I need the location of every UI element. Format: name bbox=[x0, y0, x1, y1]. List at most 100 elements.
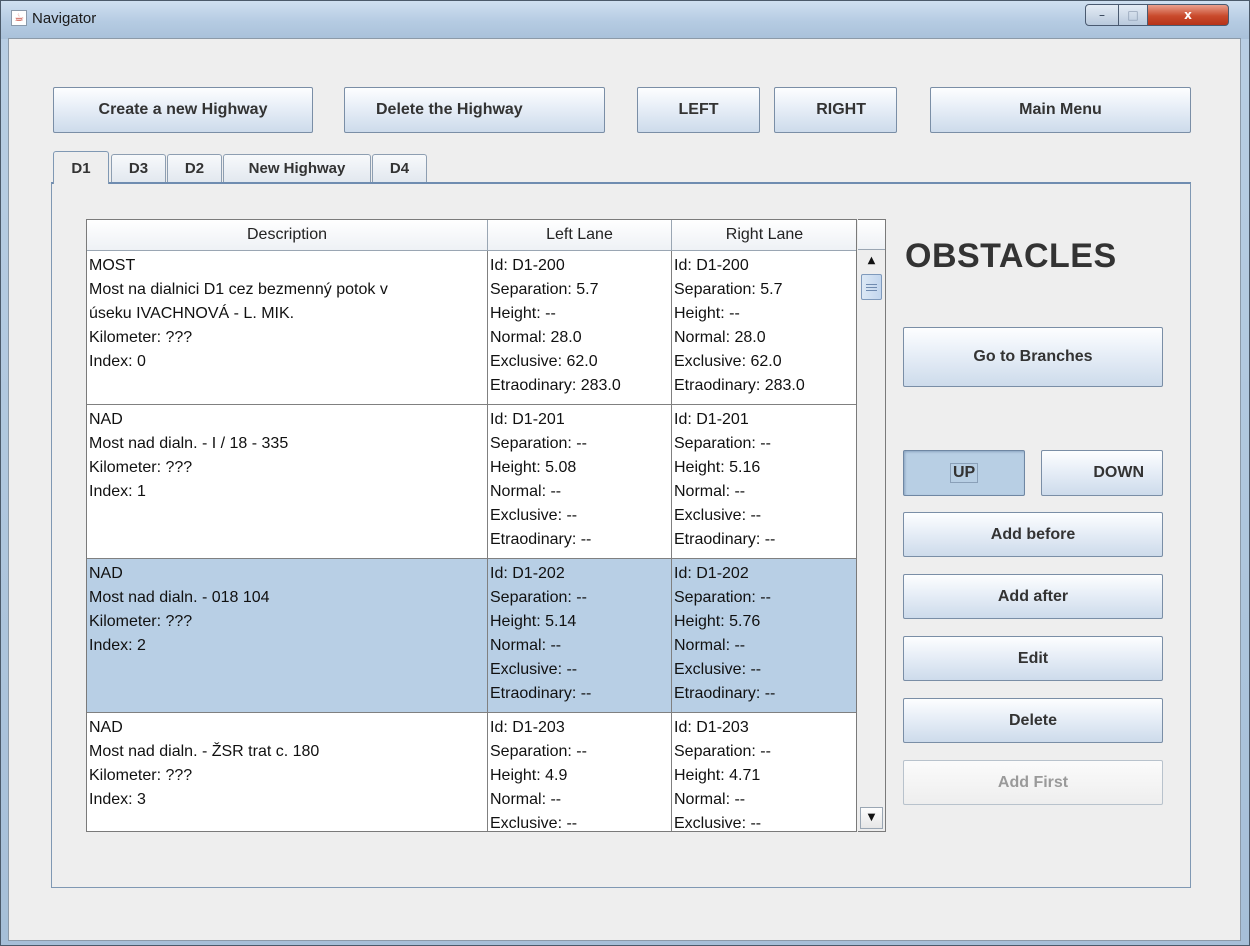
cell-line: Separation: -- bbox=[674, 435, 771, 452]
table-row[interactable]: MOST Most na dialnici D1 cez bezmenný pot… bbox=[87, 251, 856, 405]
left-lane-cell[interactable]: Id: D1-201 Separation: -- Height: 5.08 Norm… bbox=[488, 405, 672, 558]
cell-line: Height: 4.9 bbox=[490, 767, 568, 784]
cell-line: Separation: -- bbox=[490, 743, 587, 760]
scroll-thumb[interactable] bbox=[861, 274, 882, 300]
cell-line: Etraodinary: 283.0 bbox=[490, 377, 621, 394]
scroll-up-arrow-icon[interactable]: ▲ bbox=[860, 251, 883, 273]
cell-line: Separation: -- bbox=[490, 435, 587, 452]
main-menu-button[interactable]: Main Menu bbox=[930, 87, 1191, 133]
up-button[interactable]: UP bbox=[903, 450, 1025, 496]
right-lane-cell[interactable]: Id: D1-201 Separation: -- Height: 5.16 Norm… bbox=[672, 405, 856, 558]
cell-line: Kilometer: ??? bbox=[89, 767, 193, 784]
left-lane-cell[interactable]: Id: D1-203 Separation: -- Height: 4.9 Norma… bbox=[488, 713, 672, 832]
cell-line: Most na dialnici D1 cez bezmenný potok v bbox=[89, 281, 388, 298]
cell-line: Id: D1-200 bbox=[490, 257, 565, 274]
cell-line: Index: 0 bbox=[89, 353, 146, 370]
right-button[interactable]: RIGHT bbox=[774, 87, 897, 133]
minimize-button[interactable]: – bbox=[1085, 4, 1119, 26]
cell-line: Separation: 5.7 bbox=[490, 281, 599, 298]
cell-line: Index: 2 bbox=[89, 637, 146, 654]
description-cell[interactable]: NAD Most nad dialn. - ŽSR trat c. 180 Kilo… bbox=[87, 713, 488, 831]
cell-line: Most nad dialn. - 018 104 bbox=[89, 589, 270, 606]
cell-line: Height: -- bbox=[674, 305, 740, 322]
go-to-branches-button[interactable]: Go to Branches bbox=[903, 327, 1163, 387]
edit-button[interactable]: Edit bbox=[903, 636, 1163, 681]
cell-line: Separation: -- bbox=[674, 743, 771, 760]
scrollbar-header-corner bbox=[858, 220, 885, 250]
cell-line: Exclusive: -- bbox=[674, 661, 762, 678]
cell-line: Height: 4.71 bbox=[674, 767, 761, 784]
create-highway-button[interactable]: Create a new Highway bbox=[53, 87, 313, 133]
delete-highway-button[interactable]: Delete the Highway bbox=[344, 87, 605, 133]
delete-button[interactable]: Delete bbox=[903, 698, 1163, 743]
cell-line: Etraodinary: -- bbox=[674, 531, 776, 548]
tab-d3[interactable]: D3 bbox=[111, 154, 166, 182]
column-header-right-lane[interactable]: Right Lane bbox=[672, 220, 856, 250]
cell-line: Id: D1-203 bbox=[490, 719, 565, 736]
tab-d4[interactable]: D4 bbox=[372, 154, 427, 182]
add-before-button[interactable]: Add before bbox=[903, 512, 1163, 557]
left-lane-cell[interactable]: Id: D1-200 Separation: 5.7 Height: -- Norma… bbox=[488, 251, 672, 404]
tab-d2[interactable]: D2 bbox=[167, 154, 222, 182]
cell-line: Exclusive: -- bbox=[490, 661, 578, 678]
cell-line: Height: 5.08 bbox=[490, 459, 577, 476]
table-header: Description Left Lane Right Lane bbox=[87, 220, 856, 251]
cell-line: Normal: -- bbox=[674, 791, 746, 808]
cell-line: Normal: -- bbox=[674, 637, 746, 654]
cell-line: Normal: 28.0 bbox=[490, 329, 582, 346]
description-cell[interactable]: MOST Most na dialnici D1 cez bezmenný pot… bbox=[87, 251, 488, 404]
cell-line: úseku IVACHNOVÁ - L. MIK. bbox=[89, 305, 295, 322]
cell-line: Id: D1-201 bbox=[674, 411, 749, 428]
cell-line: Exclusive: -- bbox=[490, 507, 578, 524]
cell-line: Most nad dialn. - ŽSR trat c. 180 bbox=[89, 743, 320, 760]
add-after-button[interactable]: Add after bbox=[903, 574, 1163, 619]
cell-line: MOST bbox=[89, 257, 136, 274]
add-first-button: Add First bbox=[903, 760, 1163, 805]
cell-line: Height: 5.16 bbox=[674, 459, 761, 476]
cell-line: Normal: -- bbox=[490, 483, 562, 500]
description-cell[interactable]: NAD Most nad dialn. - 018 104 Kilometer: ?… bbox=[87, 559, 488, 712]
down-button[interactable]: DOWN bbox=[1041, 450, 1163, 496]
up-button-label: UP bbox=[950, 463, 979, 483]
cell-line: Normal: 28.0 bbox=[674, 329, 766, 346]
table-scrollbar[interactable]: ▲ ▼ bbox=[858, 219, 886, 832]
column-header-description[interactable]: Description bbox=[87, 220, 488, 250]
left-button[interactable]: LEFT bbox=[637, 87, 760, 133]
description-cell[interactable]: NAD Most nad dialn. - I / 18 - 335 Kilomet… bbox=[87, 405, 488, 558]
cell-line: Exclusive: -- bbox=[490, 815, 578, 832]
cell-line: Index: 3 bbox=[89, 791, 146, 808]
cell-line: Etraodinary: -- bbox=[674, 685, 776, 702]
table-row[interactable]: NAD Most nad dialn. - 018 104 Kilometer: ?… bbox=[87, 559, 856, 713]
java-cup-icon: ☕ bbox=[11, 10, 27, 26]
tab-d1[interactable]: D1 bbox=[53, 151, 109, 184]
cell-line: Id: D1-202 bbox=[674, 565, 749, 582]
cell-line: NAD bbox=[89, 719, 123, 736]
right-lane-cell[interactable]: Id: D1-203 Separation: -- Height: 4.71 Norm… bbox=[672, 713, 856, 831]
table-body: MOST Most na dialnici D1 cez bezmenný pot… bbox=[87, 251, 856, 832]
cell-line: Height: 5.14 bbox=[490, 613, 577, 630]
table-row[interactable]: NAD Most nad dialn. - ŽSR trat c. 180 Kilo… bbox=[87, 713, 856, 832]
cell-line: Kilometer: ??? bbox=[89, 329, 193, 346]
right-lane-cell[interactable]: Id: D1-202 Separation: -- Height: 5.76 Norm… bbox=[672, 559, 856, 712]
cell-line: NAD bbox=[89, 565, 123, 582]
right-lane-cell[interactable]: Id: D1-200 Separation: 5.7 Height: -- Norma… bbox=[672, 251, 856, 404]
cell-line: Separation: -- bbox=[490, 589, 587, 606]
cell-line: Normal: -- bbox=[674, 483, 746, 500]
close-button[interactable]: x bbox=[1147, 4, 1229, 26]
maximize-button[interactable]: □ bbox=[1118, 4, 1148, 26]
cell-line: Kilometer: ??? bbox=[89, 459, 193, 476]
cell-line: Separation: 5.7 bbox=[674, 281, 783, 298]
title-bar[interactable]: ☕ Navigator – □ x bbox=[1, 1, 1249, 39]
tab-new-highway[interactable]: New Highway bbox=[223, 154, 371, 182]
cell-line: Etraodinary: -- bbox=[490, 531, 592, 548]
cell-line: Index: 1 bbox=[89, 483, 146, 500]
scroll-down-arrow-icon[interactable]: ▼ bbox=[860, 807, 883, 829]
obstacles-heading: OBSTACLES bbox=[905, 237, 1117, 275]
cell-line: Exclusive: 62.0 bbox=[674, 353, 782, 370]
column-header-left-lane[interactable]: Left Lane bbox=[488, 220, 672, 250]
obstacles-table: Description Left Lane Right Lane MOST Mos… bbox=[86, 219, 857, 832]
cell-line: Exclusive: -- bbox=[674, 507, 762, 524]
cell-line: Height: 5.76 bbox=[674, 613, 761, 630]
left-lane-cell[interactable]: Id: D1-202 Separation: -- Height: 5.14 Norm… bbox=[488, 559, 672, 712]
table-row[interactable]: NAD Most nad dialn. - I / 18 - 335 Kilomet… bbox=[87, 405, 856, 559]
